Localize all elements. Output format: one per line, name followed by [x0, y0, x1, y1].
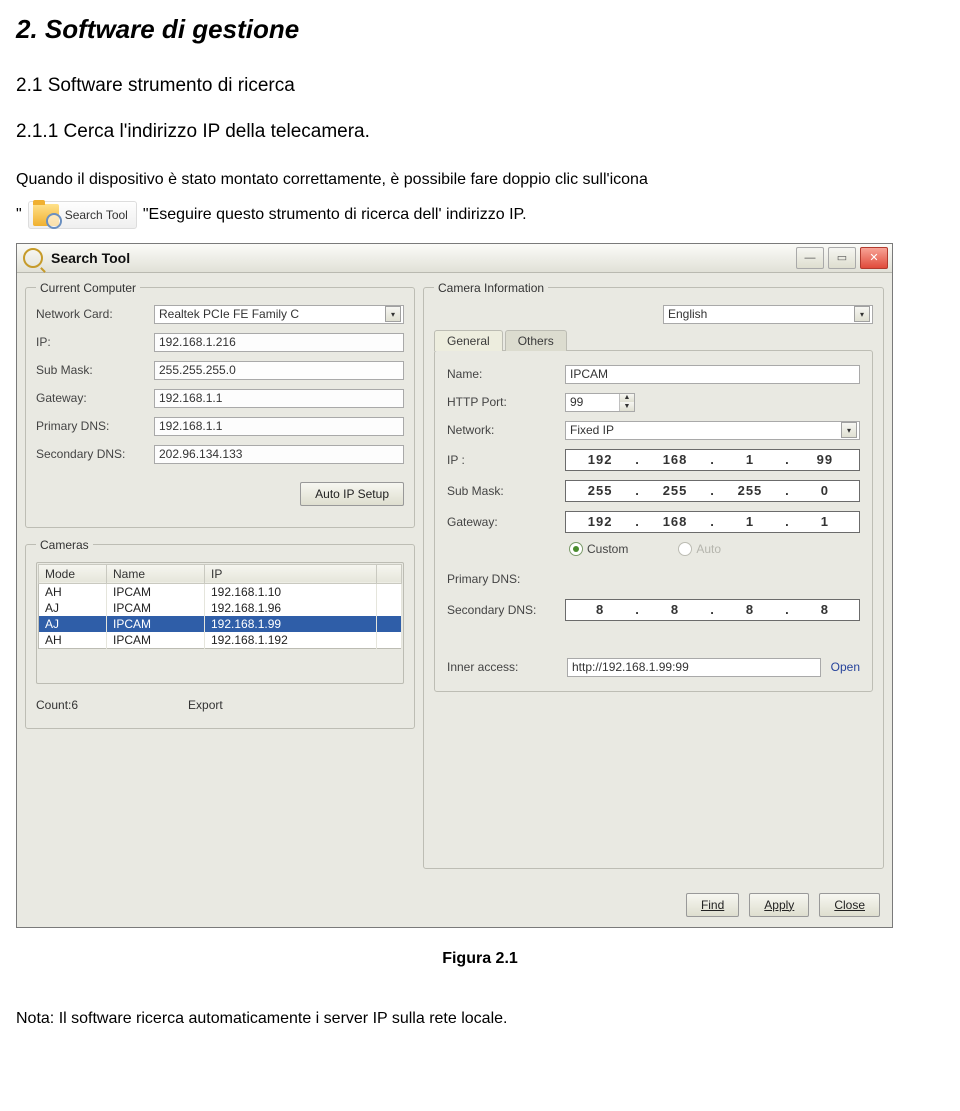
- quote-open: ": [16, 206, 22, 224]
- chevron-down-icon: ▾: [385, 306, 401, 322]
- cam-submask-label: Sub Mask:: [447, 484, 557, 498]
- camera-information-legend: Camera Information: [434, 281, 548, 295]
- figure-caption: Figura 2.1: [16, 950, 944, 968]
- table-row[interactable]: AJIPCAM192.168.1.99: [39, 616, 402, 632]
- auto-radio[interactable]: Auto: [678, 542, 721, 556]
- radio-checked-icon: [569, 542, 583, 556]
- tab-others[interactable]: Others: [505, 330, 567, 351]
- col-name[interactable]: Name: [107, 564, 205, 583]
- radio-icon: [678, 542, 692, 556]
- table-row[interactable]: AJIPCAM192.168.1.96: [39, 600, 402, 616]
- apply-button[interactable]: Apply: [749, 893, 809, 917]
- footer-buttons: Find Apply Close: [17, 887, 892, 927]
- gateway-field: 192.168.1.1: [154, 389, 404, 408]
- primary-dns-field: 192.168.1.1: [154, 417, 404, 436]
- http-port-stepper[interactable]: 99 ▲▼: [565, 393, 635, 412]
- language-select[interactable]: English ▾: [663, 305, 873, 324]
- section-heading: 2. Software di gestione: [16, 14, 944, 45]
- current-computer-group: Current Computer Network Card: Realtek P…: [25, 281, 415, 528]
- cam-gateway-label: Gateway:: [447, 515, 557, 529]
- cameras-table[interactable]: Mode Name IP AHIPCAM192.168.1.10AJIPCAM1…: [38, 564, 402, 649]
- title-bar[interactable]: Search Tool — ▭ ✕: [17, 244, 892, 273]
- paragraph-1-continued: "Eseguire questo strumento di ricerca de…: [143, 206, 527, 224]
- network-select[interactable]: Fixed IP ▾: [565, 421, 860, 440]
- search-tool-window[interactable]: Search Tool — ▭ ✕ Current Computer Netwo…: [16, 243, 893, 928]
- export-link[interactable]: Export: [188, 698, 223, 712]
- search-tool-desktop-icon: Search Tool: [28, 201, 137, 229]
- tabs: General Others: [434, 330, 873, 351]
- ip-label: IP:: [36, 335, 146, 349]
- cam-gateway-input[interactable]: 192. 168. 1. 1: [565, 511, 860, 533]
- cam-name-input[interactable]: IPCAM: [565, 365, 860, 384]
- cameras-group: Cameras Mode Name IP AHIPCAM192.168.1.10…: [25, 538, 415, 729]
- tab-general[interactable]: General: [434, 330, 503, 351]
- primary-dns-label: Primary DNS:: [36, 419, 146, 433]
- table-row[interactable]: AHIPCAM192.168.1.192: [39, 632, 402, 649]
- paragraph-1: Quando il dispositivo è stato montato co…: [16, 167, 944, 193]
- subsection-heading-1: 2.1 Software strumento di ricerca: [16, 75, 944, 97]
- magnifier-icon: [23, 248, 43, 268]
- custom-radio[interactable]: Custom: [569, 542, 628, 556]
- col-ip[interactable]: IP: [205, 564, 377, 583]
- http-port-label: HTTP Port:: [447, 395, 557, 409]
- window-controls: — ▭ ✕: [796, 247, 888, 269]
- cam-ip-input[interactable]: 192. 168. 1. 99: [565, 449, 860, 471]
- secondary-dns-field: 202.96.134.133: [154, 445, 404, 464]
- secondary-dns-label: Secondary DNS:: [36, 447, 146, 461]
- network-label: Network:: [447, 423, 557, 437]
- tab-panel-general: Name: IPCAM HTTP Port: 99 ▲▼ Network:: [434, 350, 873, 692]
- close-button-footer[interactable]: Close: [819, 893, 880, 917]
- col-spacer[interactable]: [377, 564, 402, 583]
- find-button[interactable]: Find: [686, 893, 739, 917]
- chevron-down-icon: ▾: [841, 422, 857, 438]
- cameras-legend: Cameras: [36, 538, 93, 552]
- cam-ip-label: IP :: [447, 453, 557, 467]
- submask-field: 255.255.255.0: [154, 361, 404, 380]
- auto-ip-setup-button[interactable]: Auto IP Setup: [300, 482, 404, 506]
- chevron-down-icon: ▾: [854, 306, 870, 322]
- ip-field: 192.168.1.216: [154, 333, 404, 352]
- table-row[interactable]: AHIPCAM192.168.1.10: [39, 583, 402, 600]
- cam-secondary-dns-label: Secondary DNS:: [447, 603, 557, 617]
- inner-access-label: Inner access:: [447, 660, 557, 674]
- note: Nota: Il software ricerca automaticament…: [16, 1010, 944, 1028]
- open-link[interactable]: Open: [831, 660, 860, 674]
- chevron-up-icon[interactable]: ▲: [620, 394, 634, 403]
- folder-magnifier-icon: [33, 204, 59, 226]
- network-card-label: Network Card:: [36, 307, 146, 321]
- cam-primary-dns-label: Primary DNS:: [447, 572, 557, 586]
- close-button[interactable]: ✕: [860, 247, 888, 269]
- count-label: Count:6: [36, 698, 78, 712]
- subsection-heading-2: 2.1.1 Cerca l'indirizzo IP della telecam…: [16, 121, 944, 143]
- minimize-button[interactable]: —: [796, 247, 824, 269]
- chevron-down-icon[interactable]: ▼: [620, 402, 634, 411]
- cam-submask-input[interactable]: 255. 255. 255. 0: [565, 480, 860, 502]
- cam-name-label: Name:: [447, 367, 557, 381]
- current-computer-legend: Current Computer: [36, 281, 140, 295]
- gateway-label: Gateway:: [36, 391, 146, 405]
- cameras-table-wrap[interactable]: Mode Name IP AHIPCAM192.168.1.10AJIPCAM1…: [36, 562, 404, 684]
- submask-label: Sub Mask:: [36, 363, 146, 377]
- window-title: Search Tool: [51, 250, 130, 266]
- restore-button[interactable]: ▭: [828, 247, 856, 269]
- cam-secondary-dns-input[interactable]: 8. 8. 8. 8: [565, 599, 860, 621]
- camera-information-group: Camera Information English ▾ General Oth…: [423, 281, 884, 869]
- col-mode[interactable]: Mode: [39, 564, 107, 583]
- search-tool-icon-label: Search Tool: [65, 208, 128, 222]
- inner-access-field[interactable]: http://192.168.1.99:99: [567, 658, 821, 677]
- network-card-select[interactable]: Realtek PCIe FE Family C ▾: [154, 305, 404, 324]
